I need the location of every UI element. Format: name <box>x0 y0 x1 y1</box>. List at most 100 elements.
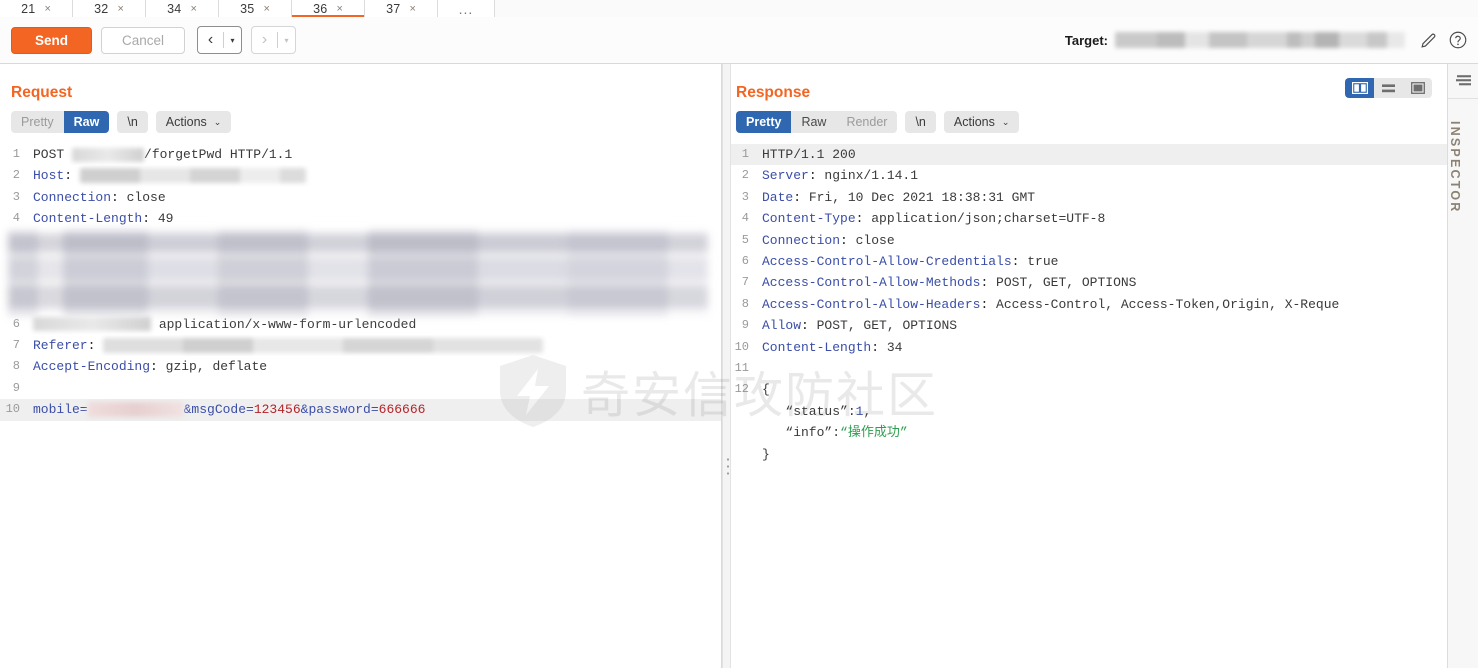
pencil-icon[interactable] <box>1417 29 1439 51</box>
json-colon: : <box>847 403 856 419</box>
code-line: 8 Access-Control-Allow-Headers: Access-C… <box>731 294 1447 315</box>
code-line: 6 application/x-www-form-urlencoded <box>0 314 721 335</box>
request-format-segment[interactable]: Pretty Raw <box>11 111 110 133</box>
list-lines-icon[interactable] <box>1448 64 1478 99</box>
request-editor[interactable]: 1 POST /forgetPwd HTTP/1.1 2 Host: 3 Con… <box>0 144 721 421</box>
close-icon[interactable]: × <box>409 3 415 15</box>
line-content: “info”:“操作成功” <box>757 422 1447 443</box>
code-line-blurred: 5 <box>0 229 721 316</box>
code-line: 7 Referer: <box>0 335 721 356</box>
code-line: 9 <box>0 378 721 399</box>
repeater-tab-2[interactable]: 32 × <box>73 0 146 17</box>
tab-raw[interactable]: Raw <box>63 111 110 133</box>
repeater-tab-strip[interactable]: 21 × 32 × 34 × 35 × 36 × 37 × ... <box>0 0 1478 18</box>
pane-splitter[interactable] <box>722 64 731 668</box>
split-horizontal-icon[interactable] <box>1374 78 1403 98</box>
line-content: mobile= &msgCode=123456&password=666666 <box>28 399 721 420</box>
json-key-status: “status” <box>785 403 848 419</box>
newline-toggle[interactable]: \n <box>905 111 936 133</box>
header-value: close <box>126 189 166 205</box>
back-arrow-icon[interactable]: ‹ <box>198 27 223 53</box>
json-open-brace: { <box>762 382 770 398</box>
header-value: 34 <box>886 339 903 355</box>
code-line-json: } <box>731 444 1447 465</box>
split-vertical-icon[interactable] <box>1345 78 1374 98</box>
response-format-segment[interactable]: Pretty Raw Render <box>736 111 898 133</box>
line-content: Date: Fri, 10 Dec 2021 18:38:31 GMT <box>762 189 1036 205</box>
response-title: Response <box>736 84 811 101</box>
line-number: 5 <box>741 232 749 247</box>
line-content: Connection: close <box>33 189 166 205</box>
repeater-tab-5-active[interactable]: 36 × <box>292 0 365 17</box>
close-icon[interactable]: × <box>190 3 196 15</box>
line-number: 1 <box>12 147 20 161</box>
param-msgcode: &msgCode= <box>183 402 254 418</box>
line-content: Access-Control-Allow-Credentials: true <box>762 254 1059 270</box>
line-number: 8 <box>741 296 749 311</box>
inspector-rail[interactable]: INSPECTOR <box>1447 64 1478 668</box>
inspector-label[interactable]: INSPECTOR <box>1448 121 1462 214</box>
burp-repeater-window: 21 × 32 × 34 × 35 × 36 × 37 × ... Send C… <box>0 0 1478 668</box>
request-actions-button[interactable]: Actions ⌄ <box>155 111 232 133</box>
header-key: Connection <box>762 232 841 248</box>
code-line: 4 Content-Type: application/json;charset… <box>731 208 1447 229</box>
line-content: application/x-www-form-urlencoded <box>28 314 721 335</box>
response-view-tabs: Pretty Raw Render \n Actions ⌄ <box>731 102 1447 133</box>
send-button[interactable]: Send <box>11 26 92 54</box>
newline-toggle[interactable]: \n <box>117 111 148 133</box>
layout-mode-buttons[interactable] <box>1345 78 1432 98</box>
line-number: 6 <box>12 316 20 331</box>
repeater-tab-3[interactable]: 34 × <box>146 0 219 17</box>
param-password: &password= <box>300 402 379 418</box>
code-line: 11 <box>731 358 1447 379</box>
line-number: 9 <box>741 318 749 333</box>
line-number: 9 <box>12 380 20 395</box>
redacted-user-agent <box>8 229 708 316</box>
close-icon[interactable]: × <box>336 3 342 15</box>
redacted-header-key <box>33 317 151 332</box>
code-line: 3 Date: Fri, 10 Dec 2021 18:38:31 GMT <box>731 187 1447 208</box>
tab-render[interactable]: Render <box>836 111 897 133</box>
header-key: Referer <box>33 338 88 354</box>
tab-pretty[interactable]: Pretty <box>11 111 64 133</box>
line-number: 12 <box>734 382 749 397</box>
header-value: POST, GET, OPTIONS <box>996 275 1137 291</box>
question-circle-icon[interactable] <box>1447 29 1469 51</box>
line-content: { <box>757 379 1447 400</box>
response-editor[interactable]: 1 HTTP/1.1 200 2 Server: nginx/1.14.1 3 … <box>731 144 1447 465</box>
chevron-down-icon[interactable]: ▾ <box>224 27 241 53</box>
tab-pretty[interactable]: Pretty <box>736 111 792 133</box>
header-key: Connection <box>33 189 112 205</box>
header-key: Accept-Encoding <box>33 359 151 375</box>
tab-overflow-button[interactable]: ... <box>438 0 495 17</box>
close-icon[interactable]: × <box>44 3 50 15</box>
line-content: Server: nginx/1.14.1 <box>762 168 919 184</box>
history-back-group[interactable]: ‹ ▾ <box>197 26 242 54</box>
repeater-tab-1[interactable]: 21 × <box>0 0 73 17</box>
header-value: nginx/1.14.1 <box>824 168 919 184</box>
line-content: Allow: POST, GET, OPTIONS <box>762 318 958 334</box>
http-version: HTTP/1.1 <box>229 147 293 162</box>
json-close-brace: } <box>762 446 770 462</box>
line-content: Connection: close <box>762 232 895 248</box>
history-forward-group: › ▾ <box>251 26 296 54</box>
status-line-proto: HTTP/1.1 <box>762 147 825 162</box>
splitter-grip-icon[interactable] <box>725 456 730 478</box>
tab-raw[interactable]: Raw <box>791 111 836 133</box>
line-number: 7 <box>741 275 749 290</box>
close-icon[interactable]: × <box>117 3 123 15</box>
actions-label: Actions <box>165 115 207 129</box>
code-line: 2 Server: nginx/1.14.1 <box>731 165 1447 186</box>
tab-label: 37 <box>386 1 401 16</box>
repeater-tab-6[interactable]: 37 × <box>365 0 438 17</box>
header-key: Content-Type <box>762 211 856 227</box>
response-actions-button[interactable]: Actions ⌄ <box>943 111 1020 133</box>
repeater-tab-4[interactable]: 35 × <box>219 0 292 17</box>
target-area: Target: <box>1065 29 1478 51</box>
close-icon[interactable]: × <box>263 3 269 15</box>
maximize-icon[interactable] <box>1403 78 1432 98</box>
param-mobile: mobile= <box>33 402 88 418</box>
response-pane: Response Pretty Raw Render \n Actions ⌄ … <box>731 64 1447 668</box>
line-number: 7 <box>12 338 20 353</box>
forward-arrow-icon: › <box>261 31 268 48</box>
